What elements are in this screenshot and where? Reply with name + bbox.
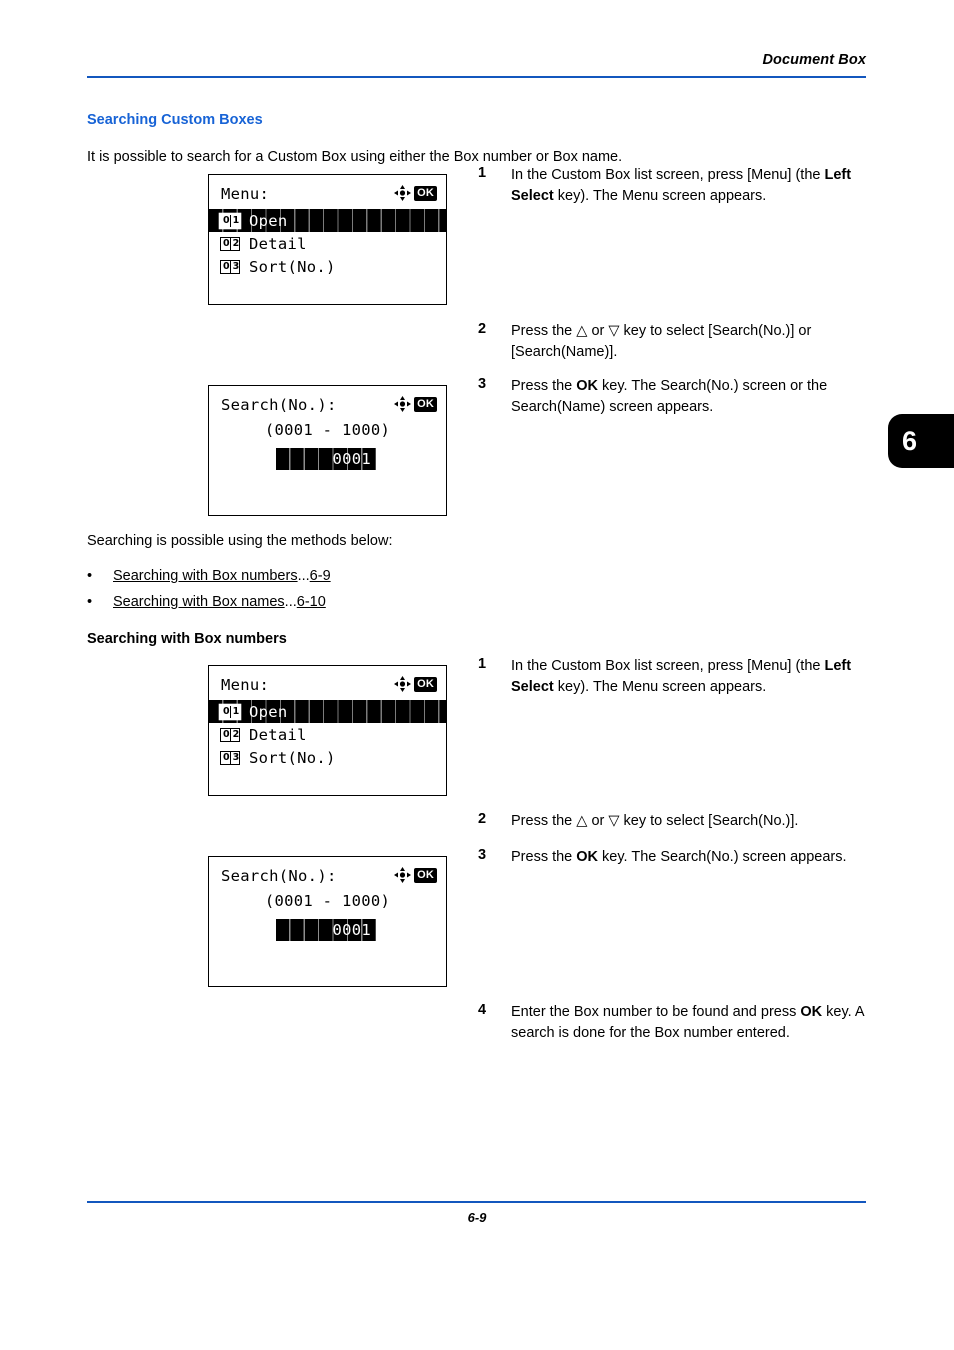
- box-number-input[interactable]: 0001: [276, 919, 376, 941]
- box-number-value: 0001: [332, 450, 371, 468]
- lcd-menu-row-3[interactable]: 03 Sort(No.): [209, 746, 446, 769]
- row-badge: 02: [220, 727, 240, 742]
- footer-rule: [87, 1201, 866, 1203]
- box-number-input[interactable]: 0001: [276, 448, 376, 470]
- header-rule: [87, 76, 866, 78]
- lcd-menu-screen-2: Menu: OK 01 Open 02 Detail 03 Sort(No.): [208, 665, 447, 796]
- bullet-text[interactable]: Searching with Box numbers...6-9: [113, 566, 331, 586]
- step-number: 1: [478, 656, 487, 672]
- lcd-menu-row-3[interactable]: 03 Sort(No.): [209, 255, 446, 278]
- chapter-tab-number: 6: [902, 425, 918, 456]
- lcd-search-screen-2: Search(No.): OK (0001 - 1000) 0001: [208, 856, 447, 987]
- box-number-value: 0001: [332, 921, 371, 939]
- bullet-marker: •: [87, 568, 93, 584]
- lcd-menu-screen-1: Menu: OK 01 Open 02 Detail 03 Sort(No.): [208, 174, 447, 305]
- row-label: Detail: [249, 725, 307, 744]
- dpad-icon: [394, 867, 412, 883]
- step-text: In the Custom Box list screen, press [Me…: [511, 167, 852, 204]
- lcd-search-screen-1: Search(No.): OK (0001 - 1000) 0001: [208, 385, 447, 516]
- lcd-status-icons: OK: [394, 185, 437, 201]
- intro-paragraph: It is possible to search for a Custom Bo…: [87, 149, 623, 165]
- lcd-menu-row-2[interactable]: 02 Detail: [209, 723, 446, 746]
- step-number: 3: [478, 376, 487, 392]
- page-title: Searching Custom Boxes: [87, 112, 263, 128]
- running-header-title: Document Box: [762, 52, 866, 68]
- row-badge: 03: [220, 259, 240, 274]
- step-number: 1: [478, 165, 487, 181]
- lcd-title: Menu:: [221, 185, 270, 203]
- xref-page[interactable]: 6-10: [297, 594, 326, 610]
- ok-icon: OK: [414, 867, 437, 883]
- page-number: 6-9: [467, 1210, 487, 1225]
- ok-icon: OK: [414, 676, 437, 692]
- lcd-title: Search(No.):: [221, 396, 337, 414]
- row-badge: 01: [220, 213, 240, 228]
- lcd-menu-row-1[interactable]: 01 Open: [209, 700, 446, 723]
- dpad-icon: [394, 676, 412, 692]
- lcd-range-label: (0001 - 1000): [264, 421, 391, 439]
- row-label: Sort(No.): [249, 748, 336, 767]
- step-number: 4: [478, 1002, 487, 1018]
- lcd-status-icons: OK: [394, 396, 437, 412]
- step-text: Press the △ or ▽ key to select [Search(N…: [511, 323, 812, 360]
- lcd-menu-row-1[interactable]: 01 Open: [209, 209, 446, 232]
- row-badge: 01: [220, 704, 240, 719]
- cell-grid-overlay: [209, 209, 446, 232]
- row-badge: 03: [220, 750, 240, 765]
- xref-dots: ...: [284, 594, 297, 610]
- ok-icon: OK: [414, 185, 437, 201]
- row-label: Open: [249, 211, 288, 230]
- lcd-menu-row-2[interactable]: 02 Detail: [209, 232, 446, 255]
- step-number: 2: [478, 321, 487, 337]
- bullet-text[interactable]: Searching with Box names...6-10: [113, 592, 326, 612]
- row-badge: 02: [220, 236, 240, 251]
- dpad-icon: [394, 185, 412, 201]
- lcd-title: Search(No.):: [221, 867, 337, 885]
- methods-intro: Searching is possible using the methods …: [87, 533, 393, 549]
- chapter-tab: 6: [888, 414, 954, 468]
- lcd-title: Menu:: [221, 676, 270, 694]
- lcd-range-label: (0001 - 1000): [264, 892, 391, 910]
- step-text: Press the OK key. The Search(No.) screen…: [511, 378, 828, 415]
- step-number: 2: [478, 811, 487, 827]
- xref-label[interactable]: Searching with Box names: [113, 594, 285, 610]
- xref-dots: ...: [297, 568, 310, 584]
- row-label: Sort(No.): [249, 257, 336, 276]
- ok-icon: OK: [414, 396, 437, 412]
- step-text: Enter the Box number to be found and pre…: [511, 1004, 864, 1041]
- xref-label[interactable]: Searching with Box numbers: [113, 568, 298, 584]
- row-label: Detail: [249, 234, 307, 253]
- step-text: In the Custom Box list screen, press [Me…: [511, 658, 852, 695]
- cell-grid-overlay: [209, 700, 446, 723]
- lcd-status-icons: OK: [394, 676, 437, 692]
- xref-page[interactable]: 6-9: [310, 568, 331, 584]
- step-text: Press the △ or ▽ key to select [Search(N…: [511, 813, 799, 829]
- row-label: Open: [249, 702, 288, 721]
- step-number: 3: [478, 847, 487, 863]
- dpad-icon: [394, 396, 412, 412]
- step-text: Press the OK key. The Search(No.) screen…: [511, 849, 847, 865]
- document-page: Document Box 6 Searching Custom Boxes It…: [0, 0, 954, 1350]
- lcd-status-icons: OK: [394, 867, 437, 883]
- bullet-marker: •: [87, 594, 93, 610]
- subsection-title: Searching with Box numbers: [87, 631, 287, 647]
